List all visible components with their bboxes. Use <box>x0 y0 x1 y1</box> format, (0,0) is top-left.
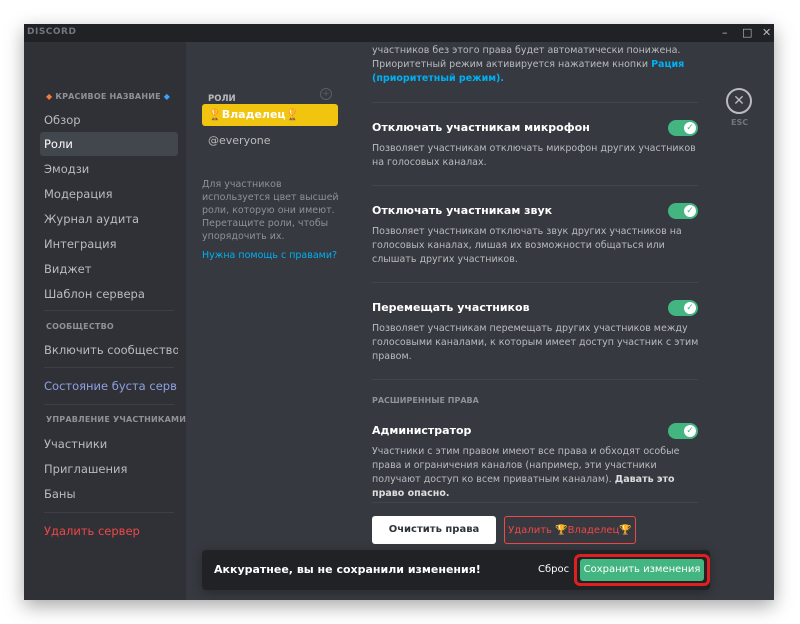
sidebar-item-widget[interactable]: Виджет <box>40 257 178 281</box>
sidebar-item-server-template[interactable]: Шаблон сервера <box>40 282 178 306</box>
permissions-help-link[interactable]: Нужна помощь с правами? <box>202 250 337 261</box>
sidebar-item-invites[interactable]: Приглашения <box>40 457 178 481</box>
community-header: СООБЩЕСТВО <box>46 322 114 331</box>
app-brand: DISCORD <box>27 27 77 37</box>
administrator-desc: Участники с этим правом имеют все права … <box>372 446 680 499</box>
esc-label: ESC <box>731 118 749 127</box>
maximize-icon[interactable]: □ <box>742 26 752 40</box>
trophy-icon: 🏆 <box>619 525 632 536</box>
check-icon: ✓ <box>684 205 696 217</box>
sidebar-item-members[interactable]: Участники <box>40 432 178 456</box>
sidebar-divider <box>44 404 174 405</box>
mute-members-title: Отключать участникам микрофон <box>372 121 590 134</box>
deafen-members-desc: Позволяет участникам отключать звук друг… <box>372 226 682 265</box>
move-members-desc: Позволяет участникам перемещать других у… <box>372 323 699 362</box>
sidebar-item-overview[interactable]: Обзор <box>40 108 178 132</box>
window-close-icon[interactable]: ✕ <box>762 26 771 40</box>
role-item-everyone[interactable]: @everyone <box>208 134 271 147</box>
divider <box>372 102 698 103</box>
delete-role-button[interactable]: Удалить 🏆Владелец🏆 <box>504 516 636 544</box>
mute-members-toggle[interactable]: ✓ <box>668 120 698 136</box>
discord-window: DISCORD – □ ✕ ◆ КРАСИВОЕ НАЗВАНИЕ ◆ Обзо… <box>24 24 774 600</box>
check-icon: ✓ <box>684 122 696 134</box>
settings-sidebar: ◆ КРАСИВОЕ НАЗВАНИЕ ◆ Обзор Роли Эмодзи … <box>24 42 186 600</box>
sidebar-item-delete-server[interactable]: Удалить сервер <box>40 519 178 543</box>
priority-speaker-desc: участников без этого права будет автомат… <box>372 45 685 84</box>
sidebar-item-roles[interactable]: Роли <box>40 132 178 156</box>
titlebar: DISCORD – □ ✕ <box>24 24 774 42</box>
save-changes-button[interactable]: Сохранить изменения <box>580 559 704 581</box>
diamond-icon: ◆ <box>46 92 53 101</box>
role-item-owner[interactable]: 🏆Владелец🏆 <box>202 104 338 126</box>
clear-role-permissions-button[interactable]: Очистить права ролей <box>372 516 496 563</box>
close-icon[interactable]: ✕ <box>726 88 752 114</box>
trophy-icon: 🏆 <box>208 108 222 121</box>
sidebar-item-enable-community[interactable]: Включить сообщество <box>40 338 178 362</box>
trophy-icon: 🏆 <box>285 108 300 121</box>
unsaved-changes-bar: Аккуратнее, вы не сохранили изменения! С… <box>202 550 710 590</box>
divider <box>372 379 698 380</box>
sidebar-item-integrations[interactable]: Интеграция <box>40 232 178 256</box>
sidebar-item-audit-log[interactable]: Журнал аудита <box>40 207 178 231</box>
members-header: УПРАВЛЕНИЕ УЧАСТНИКАМИ <box>46 415 187 424</box>
server-name-header: ◆ КРАСИВОЕ НАЗВАНИЕ ◆ <box>46 92 171 101</box>
deafen-members-title: Отключать участникам звук <box>372 204 553 217</box>
check-icon: ✓ <box>684 302 696 314</box>
roles-header: РОЛИ <box>208 94 236 104</box>
administrator-toggle[interactable]: ✓ <box>668 423 698 439</box>
unsaved-changes-text: Аккуратнее, вы не сохранили изменения! <box>214 563 481 576</box>
roles-note: Для участников используется цвет высшей … <box>202 179 339 242</box>
move-members-toggle[interactable]: ✓ <box>668 300 698 316</box>
sidebar-divider <box>44 310 174 311</box>
minimize-icon[interactable]: – <box>722 26 728 40</box>
sidebar-divider <box>44 367 174 368</box>
sidebar-item-boost-status[interactable]: Состояние буста серв... <box>40 374 178 398</box>
reset-button[interactable]: Сброс <box>538 564 569 575</box>
sidebar-item-emoji[interactable]: Эмодзи <box>40 157 178 181</box>
check-icon: ✓ <box>684 425 696 437</box>
sidebar-item-moderation[interactable]: Модерация <box>40 182 178 206</box>
advanced-permissions-header: РАСШИРЕННЫЕ ПРАВА <box>372 396 479 405</box>
add-role-icon[interactable]: + <box>320 88 332 100</box>
sidebar-divider <box>44 512 174 513</box>
trophy-icon: 🏆 <box>555 525 568 536</box>
move-members-title: Перемещать участников <box>372 301 530 314</box>
divider <box>372 185 698 186</box>
divider <box>372 502 698 503</box>
diamond-icon: ◆ <box>163 92 171 101</box>
divider <box>372 282 698 283</box>
mute-members-desc: Позволяет участникам отключать микрофон … <box>372 143 696 168</box>
deafen-members-toggle[interactable]: ✓ <box>668 203 698 219</box>
sidebar-item-bans[interactable]: Баны <box>40 482 178 506</box>
administrator-title: Администратор <box>372 424 472 437</box>
